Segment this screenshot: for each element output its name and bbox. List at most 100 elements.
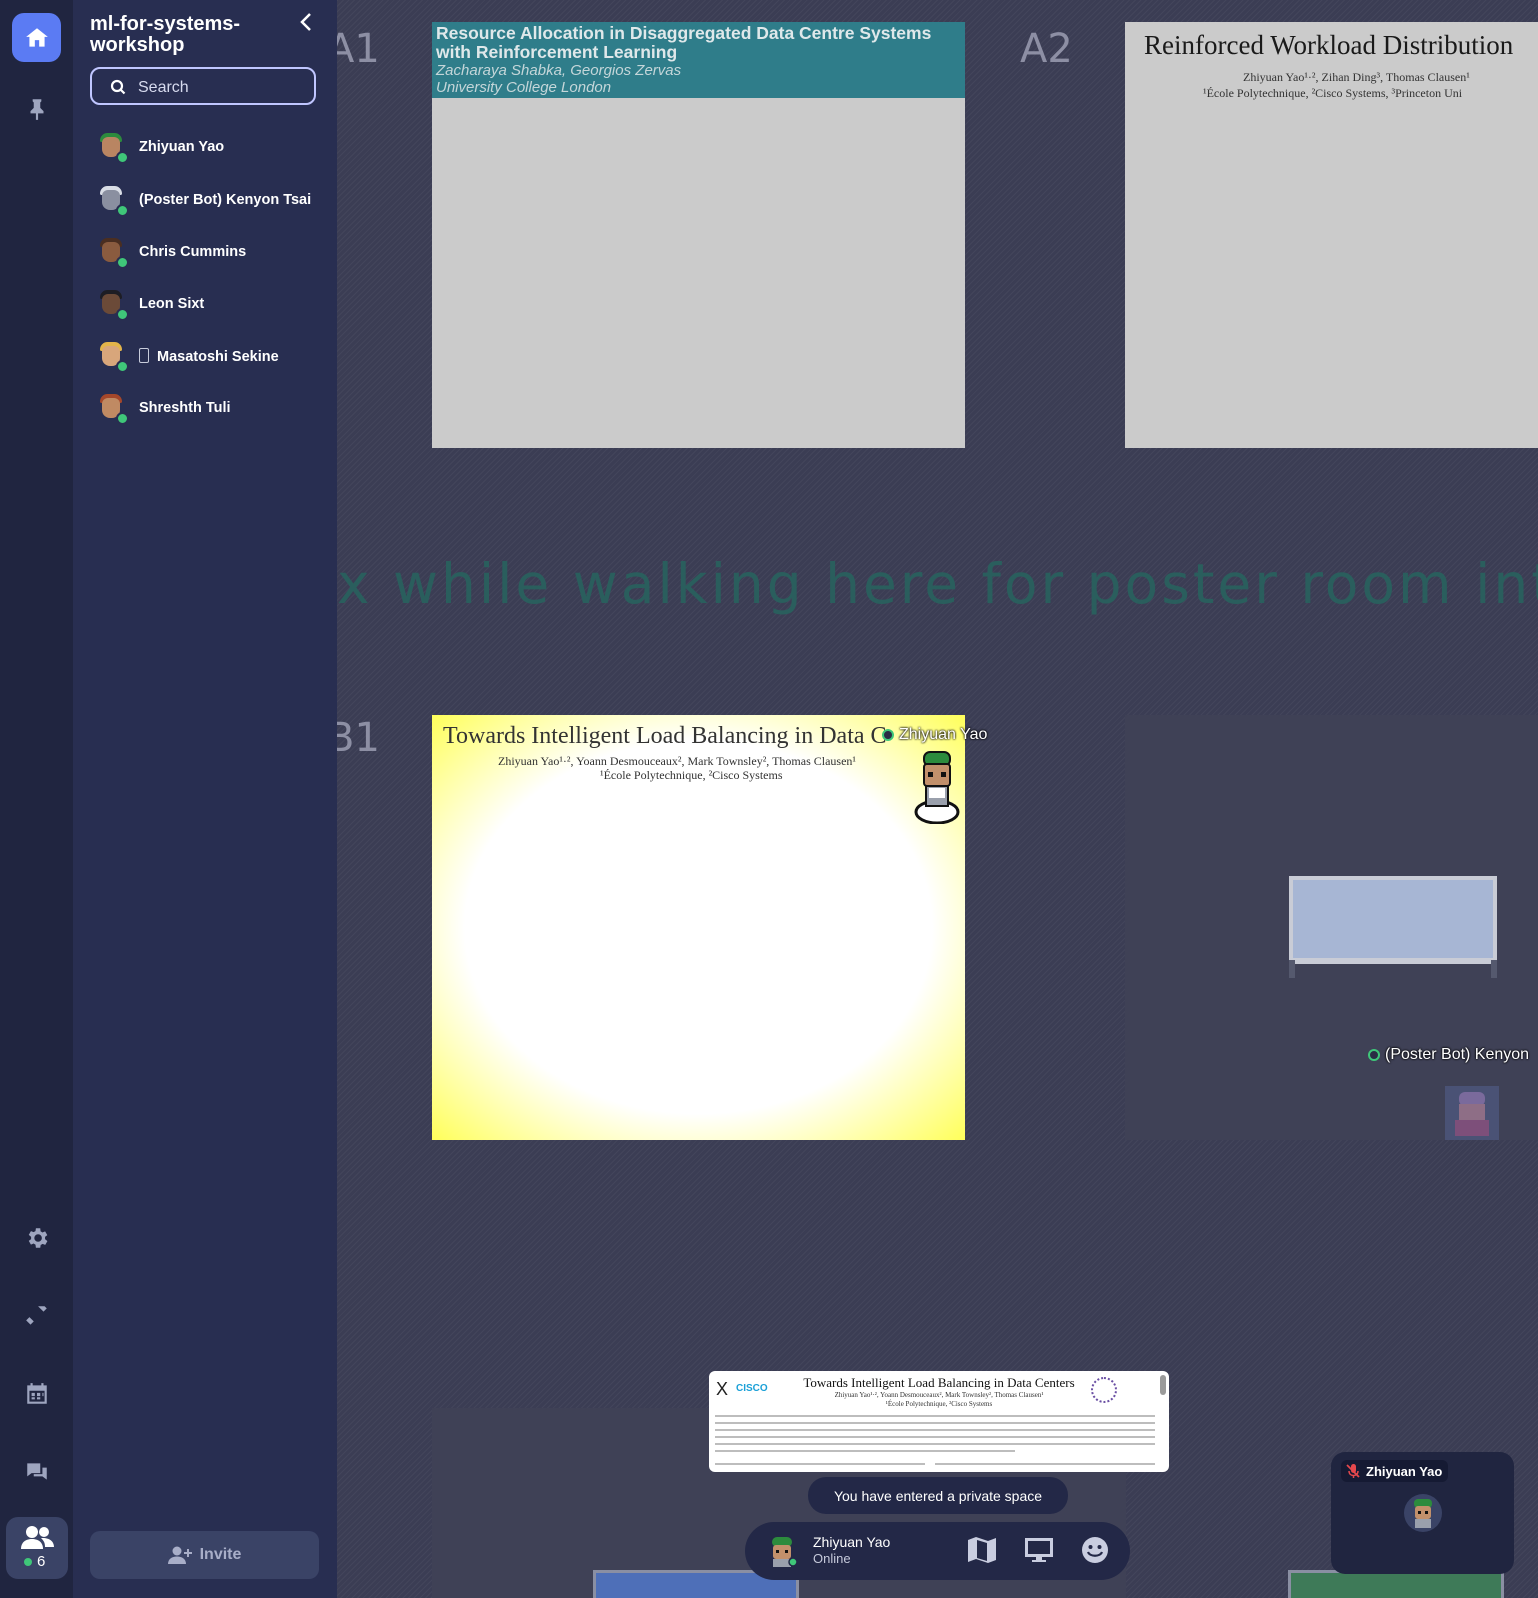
participant-row[interactable]: Leon Sixt [95, 283, 325, 325]
participant-row[interactable]: (Poster Bot) Kenyon Tsai [95, 179, 325, 221]
online-ring [1368, 1049, 1380, 1061]
build-button[interactable] [12, 1291, 61, 1340]
home-button[interactable] [12, 13, 61, 62]
poster-a2[interactable]: Reinforced Workload Distribution Zhiyuan… [1125, 22, 1538, 448]
avatar [95, 288, 129, 321]
mic-off-icon [1346, 1464, 1360, 1478]
participant-name: Shreshth Tuli [139, 400, 231, 416]
avatar [95, 184, 129, 217]
avatar [95, 236, 129, 269]
poster-a1-authors: Zacharaya Shabka, Georgios Zervas [436, 62, 682, 79]
preview-title: Towards Intelligent Load Balancing in Da… [803, 1375, 1075, 1390]
neurips-logo [1091, 1377, 1117, 1403]
participant-name: Leon Sixt [139, 296, 205, 312]
table [1289, 876, 1497, 964]
self-name: Zhiyuan Yao [813, 1534, 891, 1550]
online-count-value: 6 [37, 1553, 46, 1570]
chat-icon [26, 1462, 47, 1480]
preview-text-line [715, 1429, 1155, 1431]
participant-row[interactable]: Masatoshi Sekine [95, 335, 325, 377]
online-status-dot [116, 256, 129, 269]
participant-name: Chris Cummins [139, 244, 247, 260]
preview-text-line [935, 1463, 1155, 1465]
hammer-icon [25, 1305, 47, 1325]
gear-icon [28, 1227, 47, 1248]
participant-name: (Poster Bot) Kenyon Tsai [139, 192, 312, 208]
emoji-button[interactable] [1080, 1536, 1112, 1566]
poster-b1-authors: Zhiyuan Yao¹·², Yoann Desmouceaux², Mark… [498, 754, 857, 768]
preview-scrollbar[interactable] [1160, 1375, 1166, 1395]
bottom-toolbar: Zhiyuan Yao Online [745, 1522, 1130, 1580]
poster-a2-affiliation: ¹École Polytechnique, ²Cisco Systems, ³P… [1203, 86, 1463, 100]
pin-button[interactable] [12, 84, 61, 133]
self-status[interactable]: Online [813, 1551, 851, 1566]
map-canvas[interactable]: A1 A2 B1 Resource Allocation in Disaggre… [337, 0, 1538, 1598]
participants-button[interactable]: 6 [6, 1517, 68, 1579]
self-video-tile[interactable]: Zhiyuan Yao [1331, 1452, 1514, 1574]
invite-button[interactable]: Invite [90, 1531, 319, 1579]
self-video-label: Zhiyuan Yao [1341, 1460, 1449, 1482]
poster-b1-affiliation: ¹École Polytechnique, ²Cisco Systems [600, 768, 783, 782]
participants-panel: ml-for-systems-workshop Zhiyuan Yao (Pos… [73, 0, 337, 1598]
online-ring [882, 729, 894, 741]
avatar [95, 131, 129, 164]
screen-share-icon [1025, 1538, 1053, 1562]
map-icon [968, 1537, 996, 1563]
mobile-phone-icon [139, 347, 149, 363]
participant-name: Masatoshi Sekine [139, 347, 279, 365]
player-name: Zhiyuan Yao [899, 726, 988, 743]
chat-button[interactable] [12, 1447, 61, 1496]
poster-a1-affiliation: University College London [436, 79, 612, 96]
calendar-button[interactable] [12, 1369, 61, 1418]
x-logo: X [716, 1379, 729, 1399]
preview-text-line [715, 1436, 1155, 1438]
poster-preview[interactable]: X CISCO Towards Intelligent Load Balanci… [709, 1371, 1169, 1472]
poster-a2-title: Reinforced Workload Distribution [1144, 30, 1514, 60]
preview-text-line [715, 1450, 1015, 1452]
chevron-left-icon [300, 13, 311, 31]
notification-toast: You have entered a private space [808, 1477, 1068, 1514]
online-status-dot [116, 308, 129, 321]
search-box [90, 67, 316, 105]
preview-authors: Zhiyuan Yao¹·², Yoann Desmouceaux², Mark… [834, 1391, 1044, 1399]
map-button[interactable] [967, 1536, 999, 1566]
bot-avatar[interactable] [1445, 1086, 1499, 1140]
avatar [95, 340, 129, 373]
poster-a1-header: Resource Allocation in Disaggregated Dat… [432, 22, 965, 98]
avatar [95, 392, 129, 425]
search-input[interactable] [136, 76, 310, 100]
poster-a1[interactable]: Resource Allocation in Disaggregated Dat… [432, 22, 965, 448]
preview-text-line [715, 1463, 925, 1465]
table-leg [1491, 960, 1497, 978]
player-avatar[interactable] [912, 748, 962, 824]
zone-label-a1: A1 [337, 26, 380, 72]
poster-b1-title: Towards Intelligent Load Balancing in Da… [443, 723, 887, 749]
participant-row[interactable]: Shreshth Tuli [95, 387, 325, 429]
screen-share-button[interactable] [1024, 1536, 1056, 1566]
cisco-logo: CISCO [736, 1383, 768, 1394]
bot-name-tag: (Poster Bot) Kenyon [1368, 1046, 1529, 1064]
preview-text-line [715, 1415, 1155, 1417]
participant-row[interactable]: Zhiyuan Yao [95, 126, 325, 168]
preview-text-line [715, 1443, 1155, 1445]
online-dot [24, 1557, 32, 1566]
online-status-dot [116, 151, 129, 164]
participant-name-text: Masatoshi Sekine [157, 348, 279, 365]
online-status-dot [116, 412, 129, 425]
zone-label-a2: A2 [1020, 26, 1073, 72]
space-title: ml-for-systems-workshop [90, 13, 241, 56]
self-avatar[interactable] [765, 1534, 799, 1568]
player-name-tag: Zhiyuan Yao [882, 726, 987, 744]
map-floor-text: x while walking here for poster room int [337, 552, 1538, 616]
poster-b1[interactable]: Towards Intelligent Load Balancing in Da… [432, 715, 965, 1140]
participant-name: Zhiyuan Yao [139, 139, 225, 155]
collapse-panel-button[interactable] [295, 10, 319, 34]
invite-label: Invite [199, 1546, 242, 1563]
green-object [1288, 1570, 1504, 1598]
add-user-icon [167, 1546, 192, 1564]
home-icon [25, 27, 48, 47]
pin-icon [30, 98, 43, 120]
icon-rail: 6 [0, 0, 73, 1598]
participant-row[interactable]: Chris Cummins [95, 231, 325, 273]
settings-button[interactable] [12, 1213, 61, 1262]
